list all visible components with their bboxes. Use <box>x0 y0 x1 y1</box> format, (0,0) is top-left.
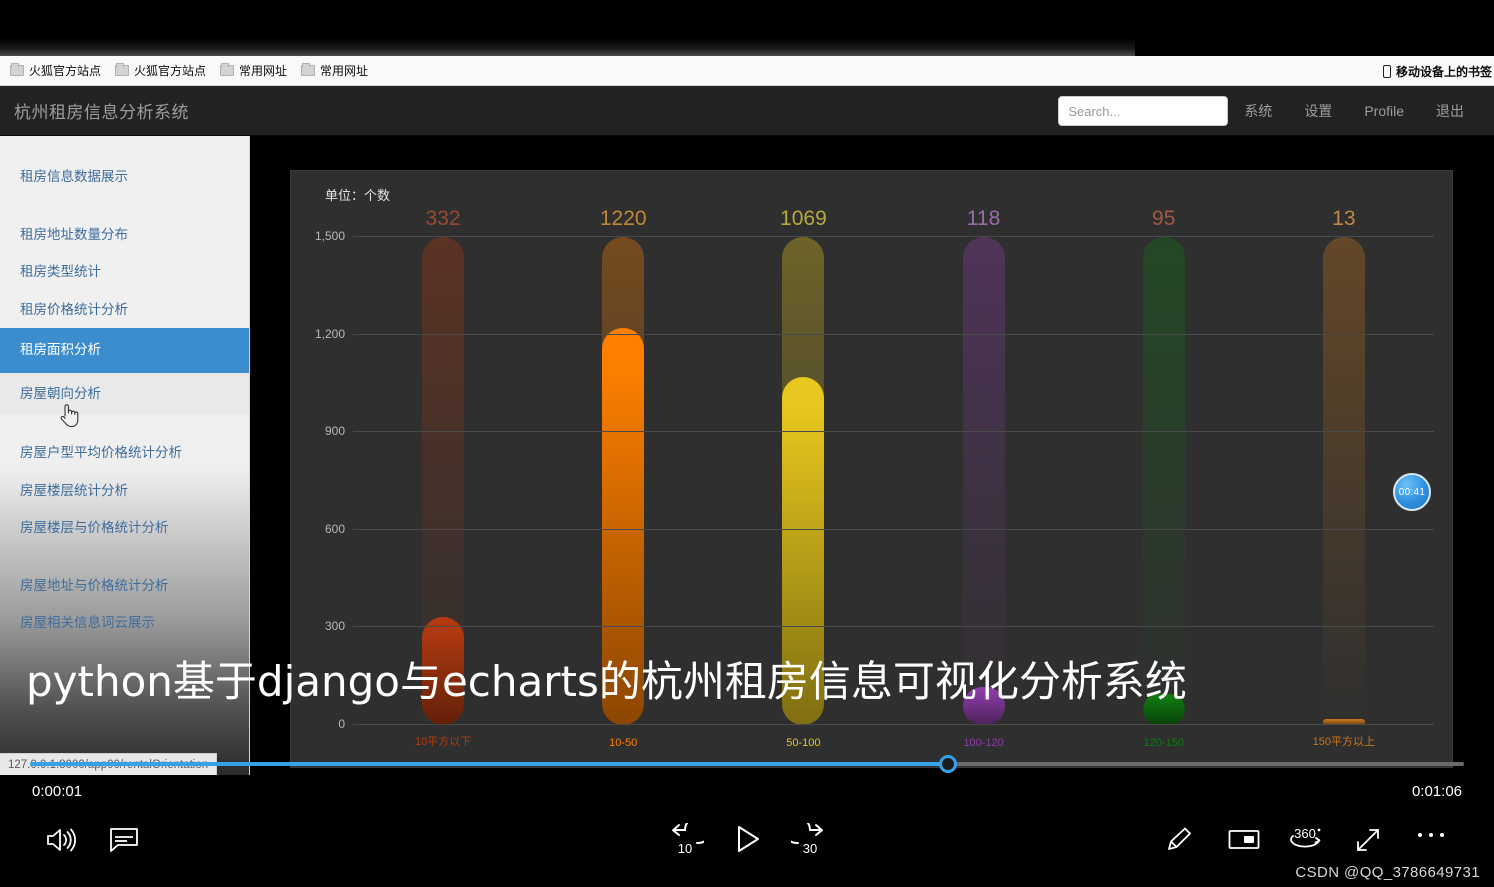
chart-bar-track <box>1322 237 1365 725</box>
bookmark-label: 火狐官方站点 <box>29 64 102 78</box>
chart-y-axis-tick: 0 <box>338 717 345 731</box>
search-input[interactable] <box>1058 96 1229 126</box>
chart-gridline: 900 <box>325 424 1434 438</box>
nav-item-settings[interactable]: 设置 <box>1288 86 1348 136</box>
captions-icon[interactable] <box>109 826 139 854</box>
video-frame: 火狐官方站点 火狐官方站点 常用网址 常用网址 移动设备上的书签 杭州租房信息分… <box>0 0 1494 775</box>
nav-item-logout[interactable]: 退出 <box>1420 86 1480 136</box>
chart-y-axis-tick: 1,500 <box>314 229 345 243</box>
browser-tabstrip-fade <box>0 38 1135 56</box>
play-icon[interactable] <box>734 823 762 855</box>
progress-knob[interactable] <box>938 755 957 773</box>
mobile-bookmarks-label: 移动设备上的书签 <box>1395 64 1492 79</box>
bookmark-item[interactable]: 常用网址 <box>301 62 368 79</box>
app-header: 杭州租房信息分析系统 系统 设置 Profile 退出 <box>0 86 1494 136</box>
rewind-10-icon[interactable]: 10 <box>666 823 704 857</box>
bookmark-item[interactable]: 火狐官方站点 <box>10 62 101 79</box>
chart-bar-value-label: 118 <box>966 207 1001 230</box>
sidebar-item-type-statistics[interactable]: 租房类型统计 <box>0 253 249 291</box>
volume-icon[interactable] <box>44 824 78 856</box>
header-nav: 系统 设置 Profile 退出 <box>1058 86 1480 136</box>
chart-bar-value-label: 1220 <box>599 207 647 230</box>
video-overlay-title: python基于django与echarts的杭州租房信息可视化分析系统 <box>26 657 1187 706</box>
chart-bar-value-label: 332 <box>425 207 461 230</box>
page-title: 杭州租房信息分析系统 <box>14 103 189 122</box>
nav-item-profile[interactable]: Profile <box>1348 86 1420 136</box>
bookmark-item[interactable]: 火狐官方站点 <box>115 62 206 79</box>
chart-y-axis-tick: 600 <box>324 521 345 536</box>
sidebar-item-floor-statistics[interactable]: 房屋楼层统计分析 <box>0 472 249 510</box>
sidebar-item-area-analysis[interactable]: 租房面积分析 <box>0 328 249 373</box>
folder-icon <box>220 63 235 76</box>
fullscreen-icon[interactable] <box>1354 826 1382 854</box>
phone-icon <box>1382 64 1391 78</box>
chart-x-axis-tick: 120-150 <box>1143 737 1184 749</box>
more-options-icon[interactable] <box>1416 830 1446 840</box>
progress-fill <box>30 762 948 766</box>
current-time-label: 0:00:01 <box>32 783 83 800</box>
sidebar-item-address-distribution[interactable]: 租房地址数量分布 <box>0 216 249 254</box>
360-icon[interactable]: 360 <box>1286 824 1326 854</box>
sidebar-item-address-price-statistics[interactable]: 房屋地址与价格统计分析 <box>0 567 249 605</box>
chart-bar-value-label: 1069 <box>780 207 827 230</box>
chart-gridline: 300 <box>325 619 1434 633</box>
video-progress-bar[interactable] <box>0 755 1494 773</box>
browser-top-strip <box>0 0 1494 56</box>
chart-x-axis-tick: 10平方以下 <box>414 736 472 748</box>
chart-y-axis-tick: 300 <box>324 619 345 634</box>
sidebar-item-layout-avg-price[interactable]: 房屋户型平均价格统计分析 <box>0 434 249 472</box>
chart-gridline: 1,200 <box>315 327 1434 341</box>
chart-gridline: 0 <box>338 717 1434 731</box>
chart-y-axis-tick: 900 <box>324 424 345 439</box>
mobile-bookmarks-item[interactable]: 移动设备上的书签 <box>1382 56 1492 86</box>
nav-item-system[interactable]: 系统 <box>1228 86 1288 136</box>
folder-icon <box>301 63 316 76</box>
total-time-label: 0:01:06 <box>1411 783 1462 800</box>
progress-track[interactable] <box>30 755 1464 773</box>
chart-x-axis-tick: 50-100 <box>786 737 821 749</box>
recording-time-bubble: 00:41 <box>1393 473 1431 511</box>
video-control-bar: 10 30 360 <box>0 810 1494 870</box>
mini-player-icon[interactable] <box>1228 828 1260 852</box>
sidebar-item-rental-data[interactable]: 租房信息数据展示 <box>0 158 249 196</box>
chart-bar-value-label: 13 <box>1332 207 1356 230</box>
chart-gridline: 1,500 <box>315 229 1434 243</box>
chart-bar-value-label: 95 <box>1152 207 1176 230</box>
sidebar-item-price-statistics[interactable]: 租房价格统计分析 <box>0 291 249 329</box>
bookmarks-bar: 火狐官方站点 火狐官方站点 常用网址 常用网址 移动设备上的书签 <box>0 56 1494 86</box>
sidebar-item-floor-price-statistics[interactable]: 房屋楼层与价格统计分析 <box>0 509 249 547</box>
svg-text:30: 30 <box>803 841 817 856</box>
folder-icon <box>115 63 130 76</box>
forward-30-icon[interactable]: 30 <box>791 823 829 857</box>
sidebar-item-orientation-analysis[interactable]: 房屋朝向分析 <box>0 372 249 414</box>
sidebar-item-wordcloud[interactable]: 房屋相关信息词云展示 <box>0 604 249 642</box>
bookmark-item[interactable]: 常用网址 <box>220 62 287 79</box>
folder-icon <box>10 63 24 76</box>
svg-text:360: 360 <box>1294 826 1316 841</box>
pen-icon[interactable] <box>1166 825 1194 853</box>
chart-x-axis-tick: 100-120 <box>963 737 1004 749</box>
chart-y-axis-tick: 1,200 <box>314 326 345 341</box>
chart-x-axis-tick: 150平方以上 <box>1312 736 1376 748</box>
chart-unit-label: 单位：个数 <box>325 188 391 203</box>
svg-text:10: 10 <box>678 841 692 856</box>
bookmark-label: 火狐官方站点 <box>134 64 207 78</box>
chart-gridline: 600 <box>325 522 1434 536</box>
csdn-watermark: CSDN @QQ_3786649731 <box>1295 864 1480 881</box>
screenshot-root: 火狐官方站点 火狐官方站点 常用网址 常用网址 移动设备上的书签 杭州租房信息分… <box>0 0 1494 887</box>
chart-x-axis-tick: 10-50 <box>609 737 638 749</box>
bookmark-label: 常用网址 <box>320 64 369 78</box>
bookmark-label: 常用网址 <box>239 64 288 78</box>
